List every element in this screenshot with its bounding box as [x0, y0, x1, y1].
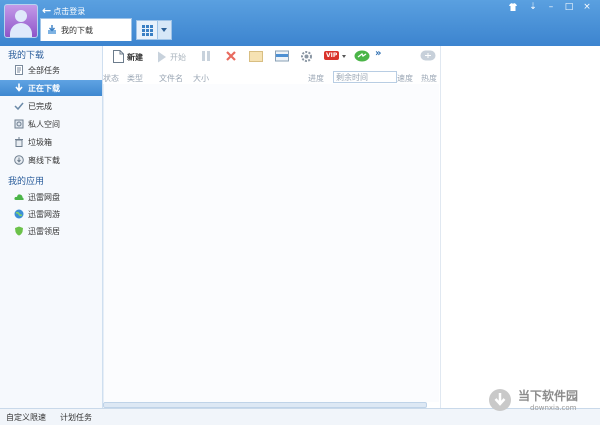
close-icon: × — [583, 2, 591, 12]
pause-button[interactable] — [201, 50, 213, 64]
watermark-title: 当下软件园 — [518, 389, 579, 403]
sidebar-item-label: 私人空间 — [28, 120, 60, 129]
site-watermark: 当下软件园 downxia.com — [488, 386, 592, 416]
sidebar-item-label: 正在下载 — [28, 84, 60, 93]
double-chevron-right-icon: » — [375, 48, 382, 59]
download-tab-icon — [48, 25, 56, 34]
skin-button[interactable] — [506, 2, 520, 12]
maximize-icon: □ — [564, 2, 574, 12]
new-file-icon — [113, 50, 124, 63]
tab-my-downloads[interactable]: 我的下载 — [40, 18, 132, 41]
column-speed[interactable]: 速度 — [397, 73, 413, 84]
column-filename[interactable]: 文件名 — [159, 73, 183, 84]
login-link[interactable]: ← 点击登录 — [42, 4, 85, 17]
cloud-drive-icon — [14, 194, 24, 200]
checkmark-icon — [14, 102, 24, 111]
start-button[interactable]: 开始 — [157, 50, 189, 64]
maximize-button[interactable]: □ — [562, 2, 576, 12]
sidebar-item-label: 迅雷网盘 — [28, 193, 60, 202]
sidebar: 我的下载 全部任务 正在下载 已完成 私人空间 垃圾箱 离线下载 我的应用 迅雷… — [0, 46, 103, 408]
sidebar-item-downloading[interactable]: 正在下载 — [0, 80, 102, 96]
delete-x-icon — [226, 51, 236, 61]
folder-icon — [249, 51, 263, 62]
column-heat[interactable]: 热度 — [421, 73, 437, 84]
sidebar-item-online-games[interactable]: 迅雷网游 — [0, 206, 102, 222]
detail-pane — [440, 46, 600, 408]
sidebar-item-label: 离线下载 — [28, 156, 60, 165]
gear-icon — [301, 51, 312, 62]
column-progress[interactable]: 进度 — [308, 73, 324, 84]
start-label: 开始 — [170, 53, 186, 62]
close-button[interactable]: × — [580, 2, 594, 12]
new-label: 新建 — [127, 53, 143, 62]
back-arrow-icon: ← — [42, 4, 52, 17]
chevron-down-icon — [161, 28, 167, 32]
avatar[interactable] — [4, 4, 38, 38]
open-folder-button[interactable] — [249, 50, 263, 64]
vip-badge: VIP — [324, 51, 340, 60]
green-leaf-icon — [354, 50, 370, 62]
pause-icon — [202, 51, 210, 61]
column-type[interactable]: 类型 — [127, 73, 143, 84]
more-tools-button[interactable]: » — [375, 48, 385, 62]
collapse-panel-button[interactable] — [420, 50, 436, 64]
shirt-icon — [509, 3, 517, 11]
globe-icon — [14, 209, 24, 219]
column-status[interactable]: 状态 — [103, 73, 119, 84]
download-logo-icon — [489, 389, 511, 411]
view-dropdown-button[interactable] — [157, 20, 172, 40]
app-center-button[interactable] — [354, 50, 370, 64]
sidebar-item-label: 已完成 — [28, 102, 52, 111]
sidebar-item-label: 全部任务 — [28, 66, 60, 75]
scheduled-tasks-link[interactable]: 计划任务 — [60, 412, 92, 423]
login-label: 点击登录 — [53, 7, 86, 16]
window-bar-icon — [275, 50, 289, 62]
new-task-button[interactable]: 新建 — [113, 50, 147, 64]
tab-label: 我的下载 — [61, 26, 93, 35]
sidebar-item-completed[interactable]: 已完成 — [0, 98, 102, 114]
grid-icon — [142, 25, 153, 36]
task-list[interactable] — [103, 84, 439, 402]
shield-icon — [15, 226, 23, 236]
speed-limit-button[interactable] — [275, 50, 289, 64]
minimize-icon: – — [548, 2, 554, 12]
grid-view-button[interactable] — [136, 20, 158, 40]
column-size[interactable]: 大小 — [193, 73, 209, 84]
sidebar-item-offline-download[interactable]: 离线下载 — [0, 152, 102, 168]
menu-icon: ⇣ — [529, 2, 537, 12]
download-arrow-icon — [15, 83, 23, 92]
column-header-row: 状态 类型 文件名 大小 进度 剩余时间 速度 热度 — [103, 70, 440, 84]
chevron-down-icon — [342, 55, 346, 58]
section-my-downloads: 我的下载 — [8, 51, 45, 61]
sidebar-item-label: 垃圾箱 — [28, 138, 52, 147]
trash-icon — [15, 137, 23, 147]
delete-button[interactable] — [225, 50, 237, 64]
cloud-download-icon — [14, 155, 24, 165]
menu-button[interactable]: ⇣ — [526, 2, 540, 12]
minimize-button[interactable]: – — [544, 2, 558, 12]
toolbar: 新建 开始 VIP » — [103, 46, 440, 66]
document-icon — [15, 65, 23, 75]
watermark-url: downxia.com — [530, 404, 577, 412]
sidebar-item-neighbors[interactable]: 迅雷领居 — [0, 223, 102, 239]
pill-toggle-icon — [420, 50, 436, 61]
safe-icon — [14, 119, 24, 129]
vip-button[interactable]: VIP — [324, 50, 348, 64]
play-icon — [158, 51, 166, 63]
sidebar-item-label: 迅雷领居 — [28, 227, 60, 236]
custom-speed-limit-link[interactable]: 自定义限速 — [6, 412, 46, 423]
sidebar-item-all-tasks[interactable]: 全部任务 — [0, 62, 102, 78]
sidebar-item-private-space[interactable]: 私人空间 — [0, 116, 102, 132]
settings-button[interactable] — [300, 50, 314, 64]
section-my-apps: 我的应用 — [8, 177, 45, 187]
sidebar-item-label: 迅雷网游 — [28, 210, 60, 219]
column-remaining-time[interactable]: 剩余时间 — [333, 71, 397, 83]
sidebar-item-trash[interactable]: 垃圾箱 — [0, 134, 102, 150]
sidebar-item-cloud-drive[interactable]: 迅雷网盘 — [0, 189, 102, 205]
